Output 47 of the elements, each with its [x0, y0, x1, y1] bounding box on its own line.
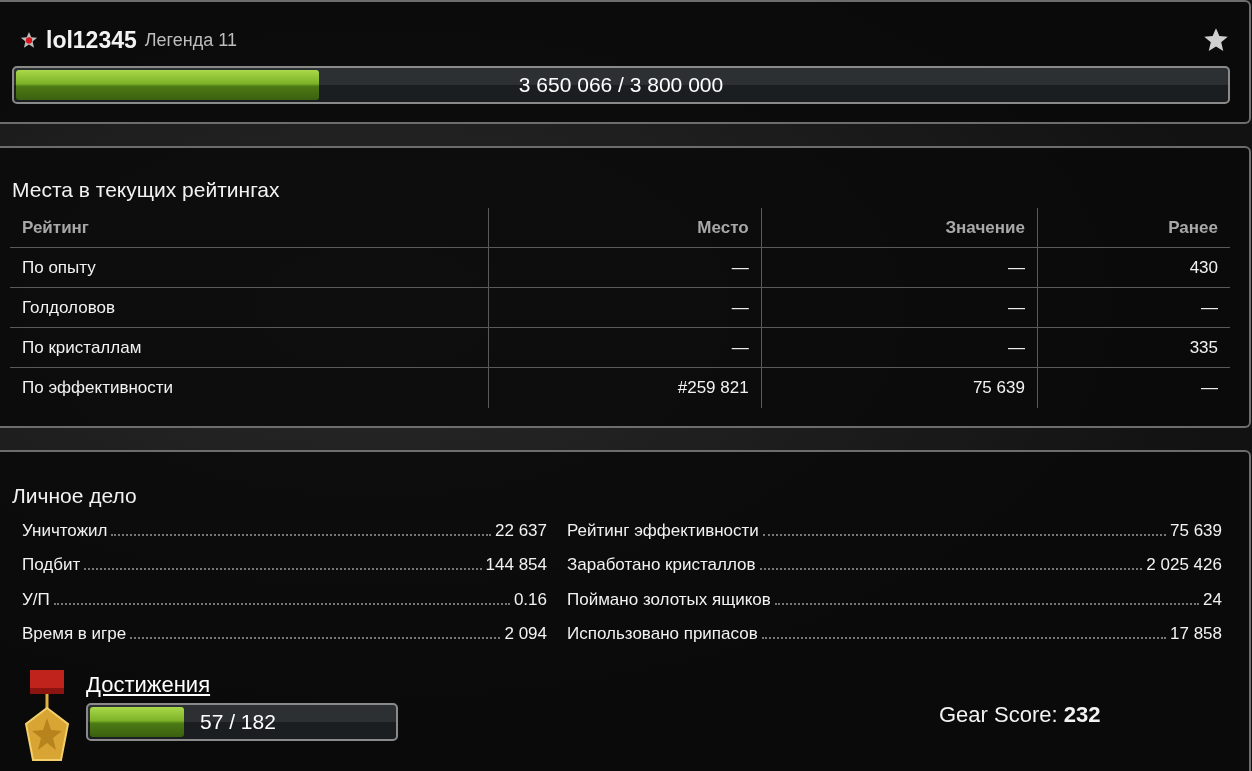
table-cell: — [1037, 287, 1230, 328]
username: lol12345 [46, 25, 137, 55]
achievements-reading: 57 / 182 [200, 708, 276, 735]
table-cell: — [761, 327, 1038, 368]
column-header: Место [488, 207, 762, 248]
table-cell: По эффективности [10, 367, 489, 408]
stat-label: У/П [22, 588, 50, 611]
table-cell: — [761, 247, 1038, 288]
ratings-title: Места в текущих рейтингах [12, 177, 281, 203]
table-cell: 75 639 [761, 367, 1038, 408]
stat-label: Рейтинг эффективности [567, 519, 759, 542]
stat-value: 75 639 [1170, 519, 1222, 542]
experience-reading: 3 650 066 / 3 800 000 [518, 72, 724, 99]
stat-label: Подбит [22, 554, 81, 576]
stat-value: 22 637 [495, 519, 547, 542]
table-cell: 335 [1037, 327, 1230, 368]
rank-label: Легенда 11 [144, 28, 237, 52]
table-cell: — [488, 247, 762, 288]
table-cell: — [761, 287, 1038, 328]
rank-star-icon [20, 31, 38, 49]
table-cell: По опыту [10, 247, 489, 288]
stat-value: 17 858 [1170, 623, 1222, 645]
achievements-link[interactable]: Достижения [86, 667, 211, 701]
table-cell: — [488, 287, 762, 328]
stat-value: 144 854 [485, 554, 547, 576]
table-cell: 430 [1037, 247, 1230, 288]
stat-label: Поймано золотых ящиков [567, 588, 771, 611]
record-title: Личное дело [12, 483, 138, 509]
stat-label: Уничтожил [22, 519, 108, 542]
table-cell: Голдоловов [10, 287, 489, 328]
medal-icon [24, 667, 70, 764]
table-cell: #259 821 [488, 367, 762, 408]
favorite-star-icon[interactable] [1203, 27, 1229, 53]
gear-score: Gear Score: 232 [939, 700, 1101, 729]
column-header: Ранее [1037, 207, 1230, 248]
stat-label: Заработано кристаллов [567, 554, 756, 576]
stat-value: 2 094 [504, 623, 547, 645]
table-cell: — [1037, 367, 1230, 408]
stat-label: Время в игре [22, 623, 127, 645]
column-header: Рейтинг [10, 207, 489, 248]
stat-value: 24 [1203, 588, 1222, 611]
stat-value: 0.16 [513, 588, 547, 611]
column-header: Значение [761, 207, 1038, 248]
stat-value: 2 025 426 [1146, 554, 1222, 576]
table-cell: По кристаллам [10, 327, 489, 368]
stat-label: Использовано припасов [567, 623, 758, 645]
table-cell: — [488, 327, 762, 368]
